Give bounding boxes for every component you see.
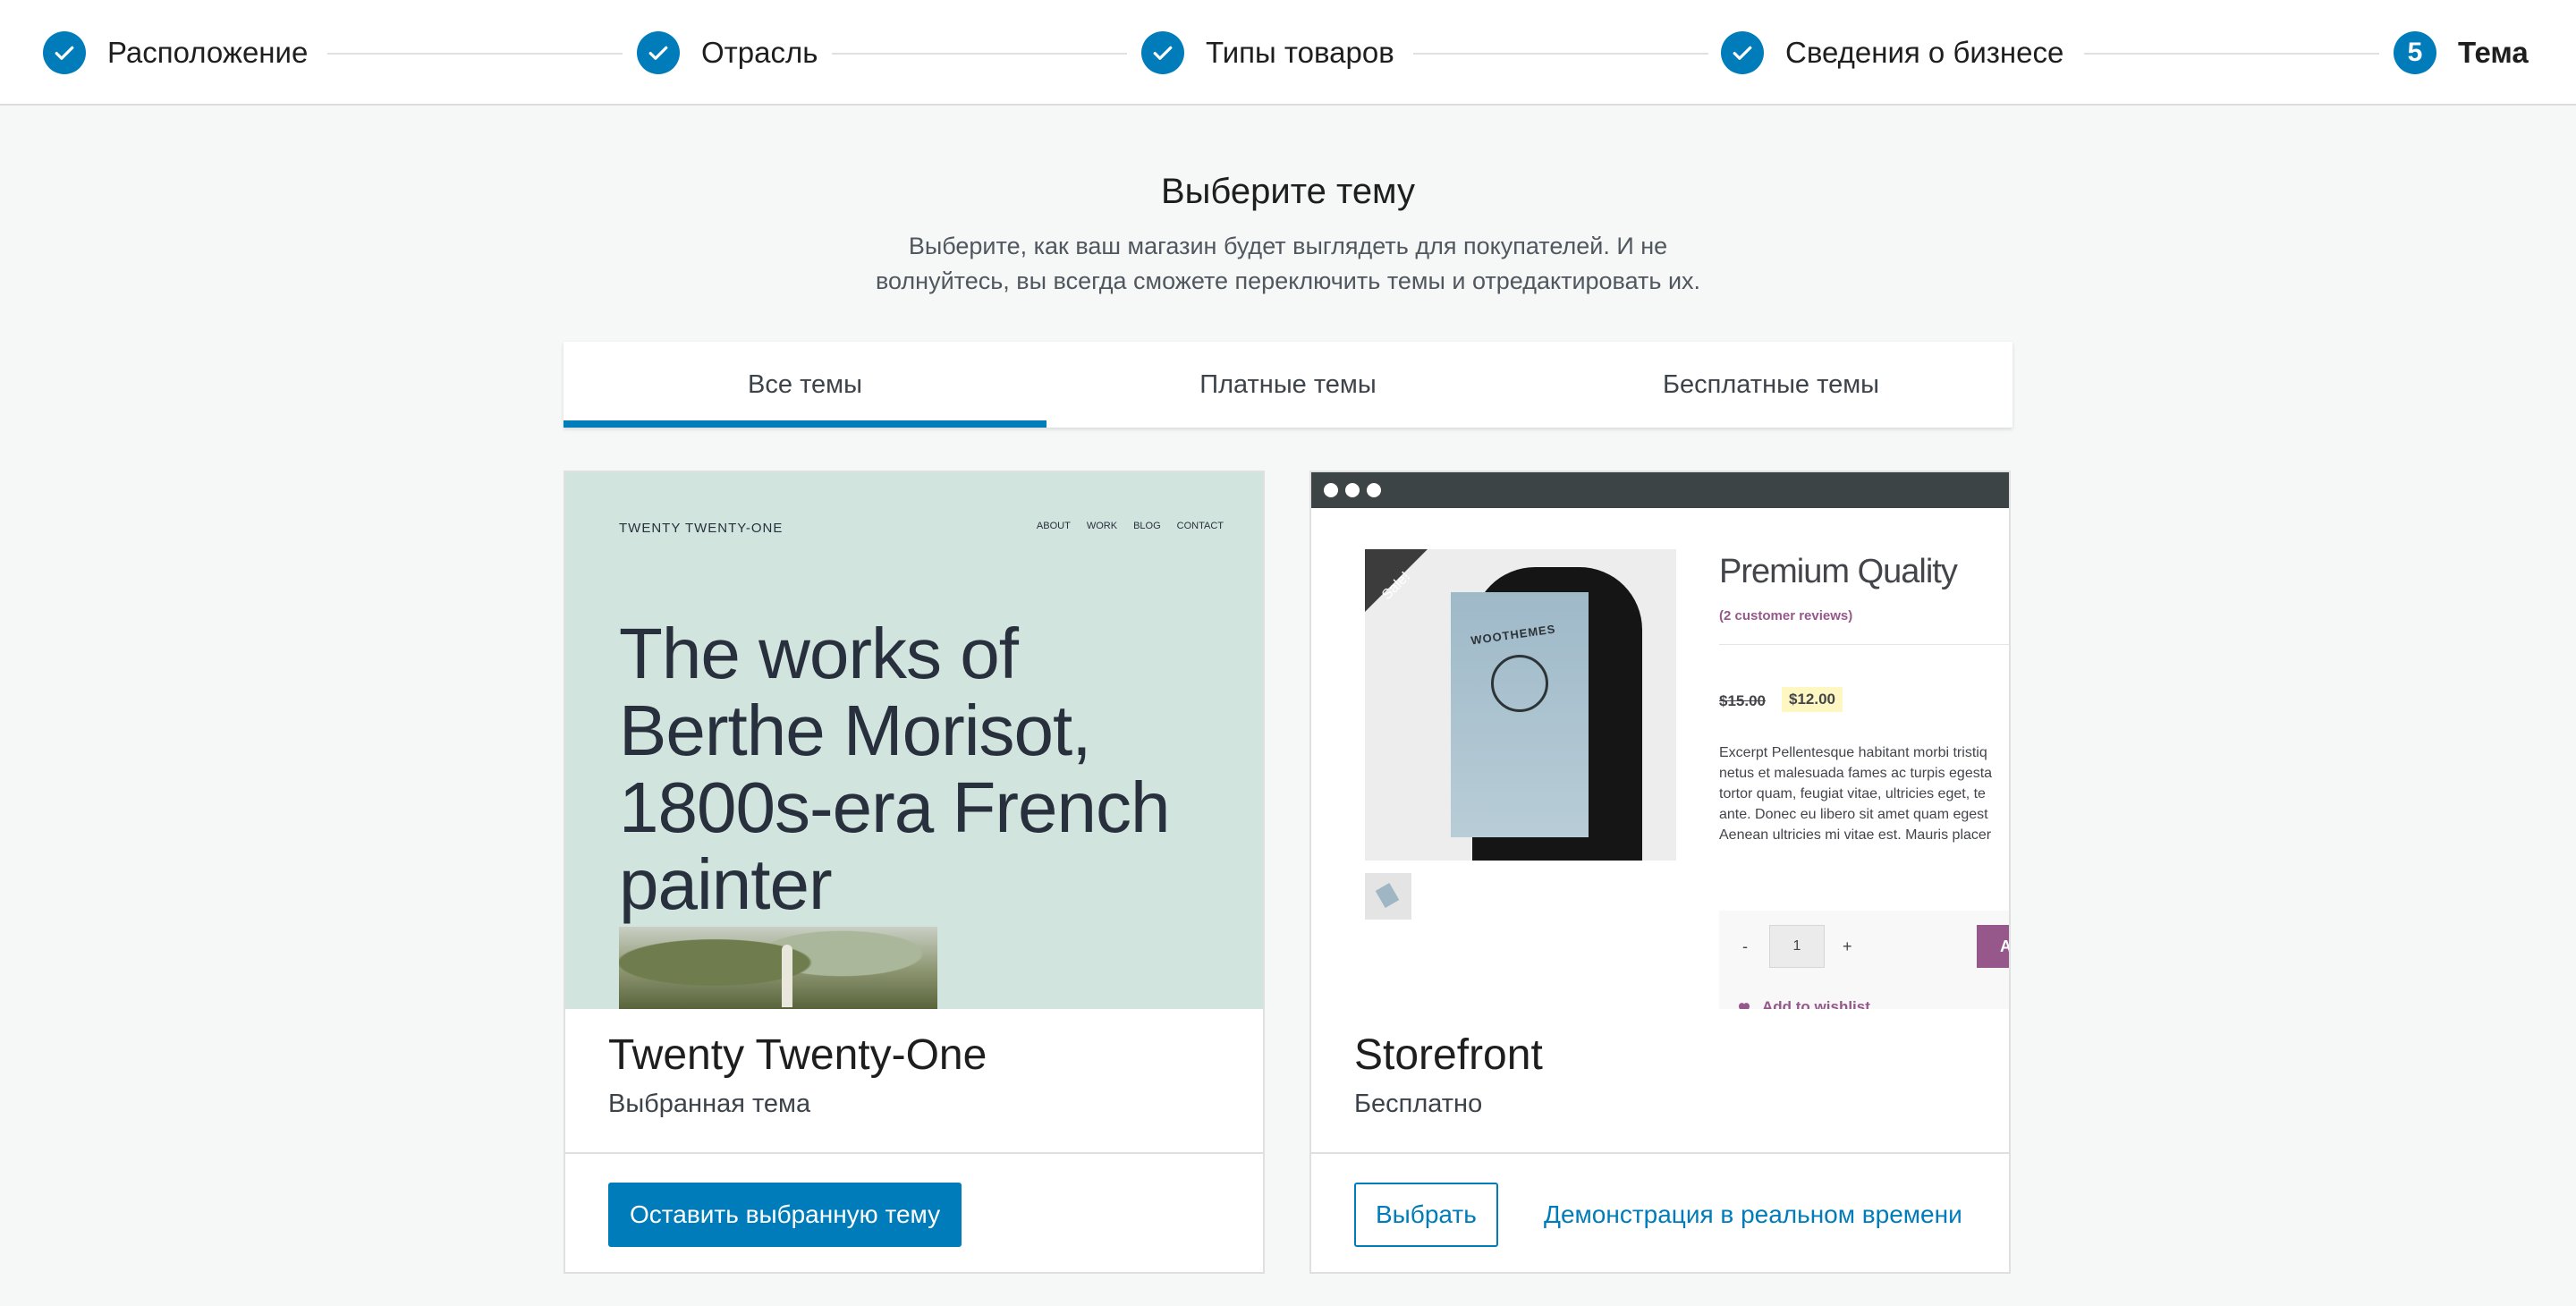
browser-bar [1311, 472, 2009, 508]
page-subtitle: Выберите, как ваш магазин будет выглядет… [875, 233, 1701, 294]
live-demo-link[interactable]: Демонстрация в реальном времени [1544, 1183, 1962, 1247]
qty-minus: - [1742, 937, 1748, 955]
add-to-cart-button: Ad [1977, 925, 2009, 968]
step-industry[interactable]: Отрасль [637, 0, 818, 106]
qty-plus: + [1843, 937, 1852, 955]
step-label: Тема [2458, 36, 2529, 69]
sale-ribbon [1365, 549, 1463, 648]
window-dot-icon [1324, 483, 1338, 497]
product-reviews-link: (2 customer reviews) [1719, 608, 1853, 623]
preview-painting-image [619, 927, 937, 1009]
heart-icon [1739, 1002, 1750, 1009]
description-line: ante. Donec eu libero sit amet quam eges… [1719, 807, 1988, 822]
preview-nav-item: BLOG [1133, 521, 1161, 531]
preview-hero-heading: The works of Berthe Morisot, 1800s-era F… [619, 614, 1170, 924]
preview-nav-item: WORK [1086, 521, 1118, 531]
wishlist-label: Add to wishlist [1762, 998, 1870, 1009]
checkmark-icon [1141, 31, 1184, 74]
step-number: 5 [2394, 31, 2436, 74]
storefront-product-page: WOOTHEMES Sale! Premium Quality (2 custo… [1311, 508, 2009, 1009]
preview-nav: ABOUT WORK BLOG CONTACT [1037, 521, 1224, 531]
step-theme: 5 Тема [2394, 0, 2529, 106]
theme-status: Бесплатно [1354, 1090, 1483, 1118]
step-connector [327, 53, 623, 55]
theme-preview[interactable]: WOOTHEMES Sale! Premium Quality (2 custo… [1311, 472, 2009, 1009]
setup-stepper: Расположение Отрасль Типы товаров Сведен… [0, 0, 2576, 106]
theme-preview[interactable]: TWENTY TWENTY-ONE ABOUT WORK BLOG CONTAC… [565, 472, 1263, 1009]
product-title: Premium Quality [1719, 553, 1958, 590]
tab-free-themes[interactable]: Бесплатные темы [1530, 342, 2012, 428]
step-label: Типы товаров [1206, 36, 1394, 69]
qty-field: 1 [1769, 925, 1825, 968]
keep-theme-button[interactable]: Оставить выбранную тему [608, 1183, 962, 1247]
step-product-types[interactable]: Типы товаров [1141, 0, 1394, 106]
checkmark-icon [1721, 31, 1764, 74]
page-title: Выберите тему [1160, 172, 1416, 211]
step-label: Расположение [107, 36, 309, 69]
step-label: Отрасль [701, 36, 818, 69]
preview-statue [782, 945, 792, 1007]
woothemes-logo-icon [1491, 655, 1548, 712]
checkmark-icon [637, 31, 680, 74]
checkmark-icon [43, 31, 86, 74]
product-image: WOOTHEMES Sale! [1365, 549, 1676, 861]
step-connector [832, 53, 1127, 55]
theme-card-twenty-twenty-one: TWENTY TWENTY-ONE ABOUT WORK BLOG CONTAC… [564, 471, 1265, 1274]
preview-nav-item: ABOUT [1036, 521, 1071, 531]
description-line: tortor quam, feugiat vitae, ultricies eg… [1719, 786, 1986, 801]
step-connector [1413, 53, 1708, 55]
sale-price: $12.00 [1782, 687, 1843, 712]
description-line: Aenean ultricies mi vitae est. Mauris pl… [1719, 827, 1992, 843]
window-dot-icon [1345, 483, 1360, 497]
product-thumbnail [1365, 873, 1411, 920]
card-divider [1311, 1152, 2009, 1154]
step-label: Сведения о бизнесе [1785, 36, 2064, 69]
divider [1719, 644, 2009, 645]
theme-filter-tabs: Все темы Платные темы Бесплатные темы [564, 342, 2012, 428]
poster-text: WOOTHEMES [1470, 622, 1557, 648]
theme-name: Twenty Twenty-One [608, 1031, 987, 1079]
card-divider [565, 1152, 1263, 1154]
tab-paid-themes[interactable]: Платные темы [1046, 342, 1530, 428]
theme-name: Storefront [1354, 1031, 1543, 1079]
tab-all-themes[interactable]: Все темы [564, 342, 1046, 428]
step-location[interactable]: Расположение [43, 0, 308, 106]
description-line: Excerpt Pellentesque habitant morbi tris… [1719, 745, 1987, 760]
add-to-cart-form: - 1 + Ad Add to wishlist [1719, 911, 2009, 1009]
theme-status: Выбранная тема [608, 1090, 811, 1118]
preview-site-title: TWENTY TWENTY-ONE [619, 521, 784, 536]
product-poster: WOOTHEMES [1451, 592, 1589, 837]
description-line: netus et malesuada fames ac turpis egest… [1719, 766, 1993, 781]
step-connector [2084, 53, 2379, 55]
product-description: Excerpt Pellentesque habitant morbi tris… [1719, 742, 2009, 845]
window-dot-icon [1367, 483, 1381, 497]
choose-theme-button[interactable]: Выбрать [1354, 1183, 1498, 1247]
step-business-details[interactable]: Сведения о бизнесе [1721, 0, 2063, 106]
old-price: $15.00 [1719, 692, 1766, 709]
theme-card-storefront: WOOTHEMES Sale! Premium Quality (2 custo… [1309, 471, 2011, 1274]
preview-nav-item: CONTACT [1176, 521, 1224, 531]
wishlist-link: Add to wishlist [1737, 998, 1870, 1009]
